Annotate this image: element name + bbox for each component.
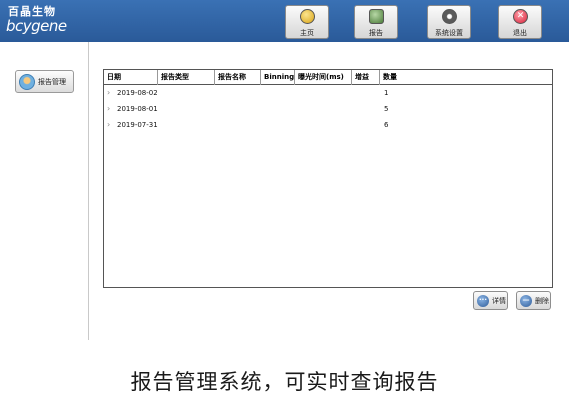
- logo-english-text: bcygene: [6, 17, 67, 35]
- main-content: 日期 报告类型 报告名称 Binning 曝光时间(ms) 增益 数量 › 20…: [90, 42, 569, 340]
- row-date: 2019-08-02: [117, 89, 158, 97]
- row-date: 2019-07-31: [117, 121, 158, 129]
- report-button-label: 报告: [369, 29, 383, 37]
- minus-icon: —: [520, 295, 532, 307]
- column-header-count[interactable]: 数量: [380, 70, 552, 85]
- detail-button-label: 详情: [492, 297, 506, 305]
- report-management-icon: [19, 74, 35, 90]
- sidebar: 报告管理: [0, 42, 89, 340]
- exit-button[interactable]: ✕ 退出: [498, 5, 542, 39]
- report-table[interactable]: 日期 报告类型 报告名称 Binning 曝光时间(ms) 增益 数量 › 20…: [103, 69, 553, 288]
- expand-row-icon[interactable]: ›: [107, 101, 110, 117]
- expand-row-icon[interactable]: ›: [107, 85, 110, 101]
- settings-icon: [442, 9, 457, 24]
- home-icon: [300, 9, 315, 24]
- more-icon: ···: [477, 295, 489, 307]
- home-button-label: 主页: [300, 29, 314, 37]
- table-row[interactable]: › 2019-08-02 1: [104, 85, 552, 101]
- exit-icon: ✕: [513, 9, 528, 24]
- report-icon: [369, 9, 384, 24]
- column-header-exposure-time[interactable]: 曝光时间(ms): [295, 70, 352, 85]
- caption-text: 报告管理系统，可实时查询报告: [130, 370, 439, 394]
- column-header-report-name[interactable]: 报告名称: [215, 70, 261, 85]
- row-count: 1: [384, 89, 389, 97]
- delete-button[interactable]: — 删除: [516, 291, 551, 310]
- exit-button-label: 退出: [513, 29, 527, 37]
- sidebar-item-label: 报告管理: [38, 78, 66, 86]
- app-window: 百晶生物 bcygene 主页 报告 系统设置 ✕ 退出 报告管理 日期 报告类…: [0, 0, 569, 406]
- report-button[interactable]: 报告: [354, 5, 398, 39]
- column-header-binning[interactable]: Binning: [261, 70, 295, 85]
- delete-button-label: 删除: [535, 297, 549, 305]
- system-settings-button[interactable]: 系统设置: [427, 5, 471, 39]
- sidebar-item-report-management[interactable]: 报告管理: [15, 70, 74, 93]
- column-header-gain[interactable]: 增益: [352, 70, 380, 85]
- home-button[interactable]: 主页: [285, 5, 329, 39]
- top-bar: 百晶生物 bcygene 主页 报告 系统设置 ✕ 退出: [0, 0, 569, 42]
- row-count: 6: [384, 121, 389, 129]
- table-header: 日期 报告类型 报告名称 Binning 曝光时间(ms) 增益 数量: [104, 70, 552, 85]
- column-header-report-type[interactable]: 报告类型: [158, 70, 215, 85]
- system-settings-button-label: 系统设置: [435, 29, 463, 37]
- column-header-date[interactable]: 日期: [104, 70, 158, 85]
- detail-button[interactable]: ··· 详情: [473, 291, 508, 310]
- row-date: 2019-08-01: [117, 105, 158, 113]
- brand-logo: 百晶生物 bcygene: [6, 6, 68, 38]
- table-row[interactable]: › 2019-08-01 5: [104, 101, 552, 117]
- table-row[interactable]: › 2019-07-31 6: [104, 117, 552, 133]
- row-count: 5: [384, 105, 389, 113]
- expand-row-icon[interactable]: ›: [107, 117, 110, 133]
